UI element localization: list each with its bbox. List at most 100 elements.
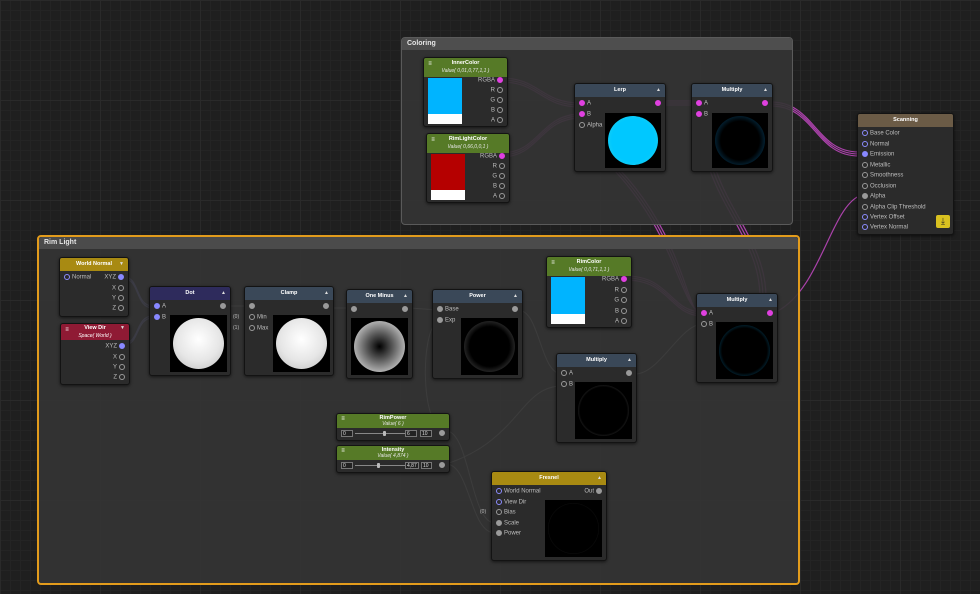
port-metallic[interactable]: Metallic: [860, 161, 890, 170]
port-r[interactable]: R: [493, 163, 507, 171]
slider-knob[interactable]: [377, 463, 380, 468]
slider-value[interactable]: 6: [405, 430, 417, 437]
slider-track[interactable]: [355, 465, 405, 466]
hamburger-icon[interactable]: ≡: [340, 448, 346, 454]
port-scale[interactable]: Scale: [494, 519, 519, 528]
hamburger-icon[interactable]: ≡: [64, 326, 70, 334]
port-g[interactable]: G: [490, 97, 505, 105]
slider-value[interactable]: 4,87: [405, 462, 419, 469]
node-multiply-top[interactable]: Multiply ▲ A B: [691, 83, 773, 172]
port-a[interactable]: A: [559, 370, 573, 378]
port-out[interactable]: [653, 100, 663, 108]
node-rim-power[interactable]: ≡ RimPower Value( 6 ) 0 6 10: [336, 413, 450, 441]
port-b[interactable]: B: [559, 381, 573, 389]
node-one-minus[interactable]: One Minus ▲: [346, 289, 413, 379]
port-b[interactable]: B: [493, 183, 507, 191]
port-b[interactable]: B: [615, 307, 629, 316]
port-rgba[interactable]: RGBA: [480, 153, 507, 161]
slider-track[interactable]: [355, 433, 405, 434]
port-rgba[interactable]: RGBA: [602, 276, 629, 284]
port-rgba[interactable]: RGBA: [478, 77, 505, 85]
triangle-down-icon[interactable]: ▼: [120, 324, 125, 332]
slider-max[interactable]: 10: [420, 430, 432, 437]
port-a[interactable]: A: [493, 193, 507, 201]
port-min[interactable]: Min: [247, 314, 267, 322]
port-in[interactable]: [247, 303, 257, 311]
hamburger-icon[interactable]: ≡: [340, 416, 346, 422]
node-rim-light-color[interactable]: ≡ RimLightColor Value( 0,66,0,0,1 ) RGBA…: [426, 133, 510, 203]
port-x[interactable]: X: [112, 284, 126, 293]
hamburger-icon[interactable]: ≡: [427, 60, 433, 68]
port-r[interactable]: R: [615, 286, 629, 295]
port-out[interactable]: [437, 430, 447, 438]
port-r[interactable]: R: [491, 87, 505, 95]
save-download-icon[interactable]: ⤓: [936, 215, 950, 228]
port-normal[interactable]: Normal: [62, 274, 91, 282]
hamburger-icon[interactable]: ≡: [430, 136, 436, 144]
triangle-up-icon[interactable]: ▲: [324, 287, 329, 300]
port-occlusion[interactable]: Occlusion: [860, 182, 896, 191]
slider-min[interactable]: 0: [341, 430, 353, 437]
port-power[interactable]: Power: [494, 530, 521, 538]
triangle-up-icon[interactable]: ▲: [221, 287, 226, 300]
port-out[interactable]: [624, 370, 634, 378]
slider-min[interactable]: 0: [341, 462, 353, 469]
port-base[interactable]: Base: [435, 306, 459, 314]
node-clamp[interactable]: Clamp ▲ Min Max (0) (1): [233, 286, 334, 376]
port-y[interactable]: Y: [113, 364, 127, 372]
slider-knob[interactable]: [383, 431, 386, 436]
port-xyz[interactable]: XYZ: [104, 274, 126, 282]
port-alpha-clip-threshold[interactable]: Alpha Clip Threshold: [860, 203, 926, 212]
node-rim-color[interactable]: ≡ RimColor Value( 0,0,71,1,1 ) RGBA R G …: [546, 256, 632, 328]
hamburger-icon[interactable]: ≡: [550, 259, 556, 267]
port-alpha[interactable]: Alpha: [860, 193, 885, 201]
node-inner-color[interactable]: ≡ InnerColor Value( 0,01,0,77,1,1 ) RGBA…: [423, 57, 508, 127]
port-vertex-normal[interactable]: Vertex Normal: [860, 224, 908, 232]
slider-max[interactable]: 10: [421, 462, 432, 469]
port-bias[interactable]: Bias: [494, 509, 516, 517]
port-a[interactable]: A: [615, 318, 629, 326]
port-b[interactable]: B: [699, 321, 713, 329]
port-world-normal[interactable]: World Normal: [494, 488, 541, 496]
node-intensity[interactable]: ≡ Intensity Value( 4,874 ) 0 4,87 10: [336, 445, 450, 473]
node-view-dir[interactable]: ≡ View Dir ▼ Space( World ) XYZ X Y Z: [60, 323, 130, 385]
triangle-up-icon[interactable]: ▲: [627, 354, 632, 367]
port-y[interactable]: Y: [112, 295, 126, 303]
port-vertex-offset[interactable]: Vertex Offset: [860, 214, 905, 222]
node-multiply-rim[interactable]: Multiply ▲ A B: [696, 293, 778, 383]
port-out[interactable]: [218, 303, 228, 311]
port-out[interactable]: Out: [584, 488, 604, 496]
port-out[interactable]: [510, 306, 520, 314]
node-multiply-mid[interactable]: Multiply ▲ A B: [556, 353, 637, 443]
port-xyz[interactable]: XYZ: [105, 343, 127, 351]
port-a[interactable]: A: [152, 303, 166, 311]
port-base-color[interactable]: Base Color: [860, 130, 900, 138]
port-smoothness[interactable]: Smoothness: [860, 172, 903, 180]
node-dot[interactable]: Dot ▲ A B: [149, 286, 231, 376]
port-exp[interactable]: Exp: [435, 317, 455, 325]
port-out[interactable]: [765, 310, 775, 318]
triangle-up-icon[interactable]: ▲: [656, 84, 661, 97]
port-emission[interactable]: Emission: [860, 151, 894, 159]
triangle-up-icon[interactable]: ▲: [403, 290, 408, 303]
port-b[interactable]: B: [694, 111, 708, 119]
node-scanning-master[interactable]: Scanning Base Color Normal Emission Meta…: [857, 113, 954, 235]
intensity-slider[interactable]: 0 4,87 10: [341, 462, 433, 469]
port-z[interactable]: Z: [112, 305, 126, 313]
rim-power-slider[interactable]: 0 6 10: [341, 430, 433, 437]
port-x[interactable]: X: [113, 353, 127, 362]
port-b[interactable]: B: [491, 107, 505, 115]
port-a[interactable]: A: [694, 100, 708, 108]
port-b[interactable]: B: [152, 313, 166, 322]
port-a[interactable]: A: [699, 310, 713, 318]
node-fresnel[interactable]: Fresnel ▲ World Normal View Dir Bias Scal…: [480, 471, 607, 561]
port-out[interactable]: [437, 462, 447, 470]
port-out[interactable]: [400, 306, 410, 314]
port-view-dir[interactable]: View Dir: [494, 498, 526, 507]
triangle-down-icon[interactable]: ▼: [119, 258, 124, 271]
triangle-up-icon[interactable]: ▲: [768, 294, 773, 307]
triangle-up-icon[interactable]: ▲: [597, 472, 602, 485]
port-out[interactable]: [321, 303, 331, 311]
port-a[interactable]: A: [491, 117, 505, 125]
port-in[interactable]: [349, 306, 359, 314]
